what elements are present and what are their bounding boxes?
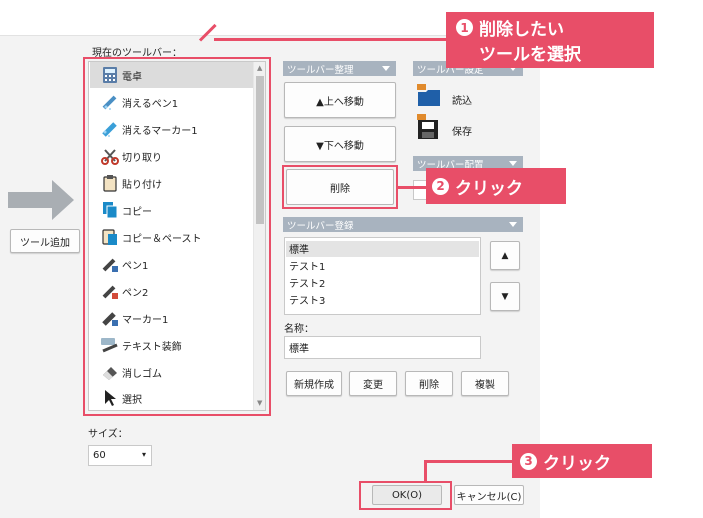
arrange-header[interactable]: ツールバー整理	[283, 61, 396, 76]
step1-line1: 削除したい	[479, 20, 564, 40]
size-select[interactable]: 60 ▾	[88, 445, 152, 466]
name-value: 標準	[289, 344, 309, 355]
size-label: サイズ：	[88, 429, 128, 440]
step2-connector	[398, 186, 426, 189]
new-toolbar-button[interactable]: 新規作成	[286, 371, 342, 396]
chevron-down-icon	[382, 66, 390, 71]
step2-number: 2	[432, 177, 449, 195]
step3-connector-vertical	[424, 460, 427, 482]
size-value: 60	[93, 450, 106, 461]
step2-callout: 2 クリック	[426, 168, 566, 204]
step3-number: 3	[520, 452, 537, 470]
delete-toolbar-button[interactable]: 削除	[405, 371, 453, 396]
save-label[interactable]: 保存	[452, 123, 472, 138]
move-down-button[interactable]: ▼下へ移動	[284, 126, 396, 162]
name-input[interactable]: 標準	[284, 336, 481, 359]
register-header-label: ツールバー登録	[287, 220, 354, 232]
cancel-button[interactable]: キャンセル(C)	[454, 485, 524, 505]
step1-number: 1	[456, 19, 473, 36]
step1-callout: 1 削除したい ツールを選択	[446, 12, 654, 68]
duplicate-toolbar-button[interactable]: 複製	[461, 371, 509, 396]
registered-item[interactable]: テスト3	[289, 292, 325, 307]
load-label[interactable]: 読込	[452, 92, 472, 107]
step1-line2: ツールを選択	[479, 45, 581, 65]
step2-text: クリック	[455, 178, 523, 199]
arrange-header-label: ツールバー整理	[287, 64, 354, 76]
step1-highlight	[83, 57, 271, 416]
step3-callout: 3 クリック	[512, 444, 652, 478]
registered-toolbar-list[interactable]: 標準 テスト1 テスト2 テスト3	[284, 237, 481, 315]
chevron-down-icon	[509, 222, 517, 227]
step3-highlight	[359, 481, 452, 510]
name-label: 名称：	[284, 324, 314, 335]
register-header[interactable]: ツールバー登録	[283, 217, 523, 232]
step3-connector-horizontal	[424, 460, 512, 463]
registered-item[interactable]: 標準	[286, 241, 479, 257]
change-toolbar-button[interactable]: 変更	[349, 371, 397, 396]
step3-text: クリック	[543, 453, 611, 474]
chevron-down-icon	[509, 161, 517, 166]
add-arrow-icon	[8, 180, 74, 220]
chevron-down-icon: ▾	[141, 450, 146, 459]
step2-highlight	[282, 165, 398, 209]
registered-up-button[interactable]: ▲	[490, 241, 520, 270]
save-disk-icon[interactable]	[416, 114, 442, 140]
registered-item[interactable]: テスト1	[289, 258, 325, 273]
registered-down-button[interactable]: ▼	[490, 282, 520, 311]
step1-connector-line	[214, 38, 446, 41]
registered-item[interactable]: テスト2	[289, 275, 325, 290]
load-folder-icon[interactable]	[416, 84, 442, 108]
add-tool-button[interactable]: ツール追加	[10, 229, 80, 253]
move-up-button[interactable]: ▲上へ移動	[284, 82, 396, 118]
